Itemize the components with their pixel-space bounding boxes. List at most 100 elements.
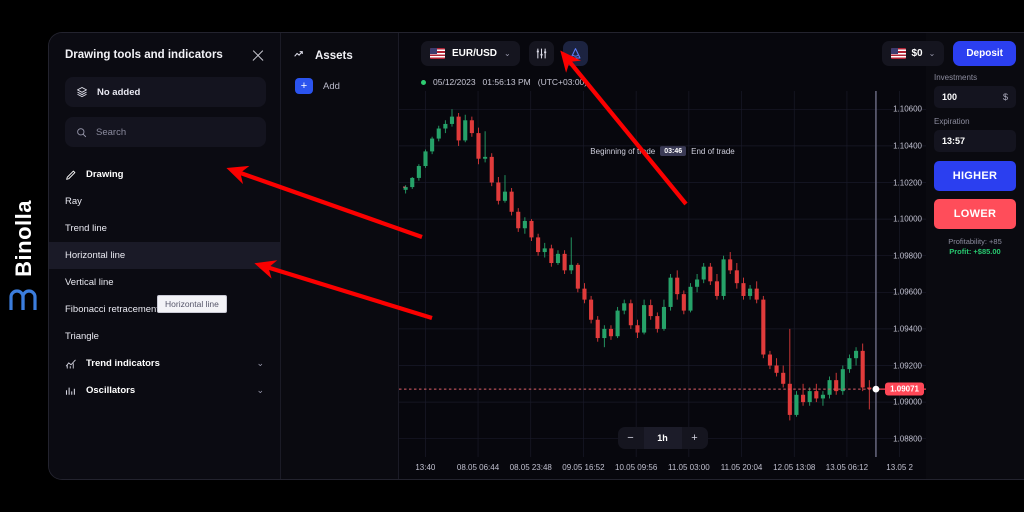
timeframe-value[interactable]: 1h (643, 427, 682, 449)
chart-area: EUR/USD ⌄ 05/12/2023 01:56:13 PM (UTC+03… (399, 33, 926, 479)
indicators-sliders-icon[interactable] (528, 40, 554, 66)
expiration-field[interactable]: 13:57 (934, 130, 1016, 152)
chart-timestamp: 05/12/2023 01:56:13 PM (UTC+03:00) (421, 77, 587, 87)
candlestick-plot[interactable] (399, 91, 926, 457)
investments-label: Investments (934, 73, 978, 82)
price-tick: 1.10200 (893, 178, 922, 187)
sidebar-item-vertical-line[interactable]: Vertical line (49, 269, 280, 296)
chart-timezone: (UTC+03:00) (537, 77, 588, 87)
current-price-badge: 1.09071 (885, 382, 924, 396)
balance-amount: $0 (911, 48, 923, 59)
pair-label: EUR/USD (452, 47, 498, 59)
timeframe-control: − 1h + (617, 427, 708, 449)
balance-bar: $0 ⌄ Deposit (881, 41, 1016, 66)
tool-label: Ray (65, 196, 82, 207)
price-tick: 1.08800 (893, 434, 922, 444)
eur-usd-flag-icon (430, 47, 445, 59)
chart-date: 05/12/2023 (433, 77, 476, 87)
time-tick: 12.05 13:08 (773, 463, 816, 472)
investments-field[interactable]: 100 $ (934, 86, 1016, 108)
pencil-icon (66, 170, 76, 180)
add-label: Add (323, 80, 340, 92)
plus-icon[interactable]: + (295, 78, 313, 94)
tool-list: Drawing Ray Trend line Horizontal line V… (49, 161, 280, 404)
trade-panel: Investments 100 $ Expiration 13:57 HIGHE… (926, 33, 1024, 479)
tool-label: Fibonacci retracement (65, 304, 159, 315)
tool-label: Vertical line (65, 277, 114, 288)
chart-time: 01:56:13 PM (482, 77, 531, 87)
panel-header: Drawing tools and indicators (49, 33, 280, 73)
binolla-logo-icon (9, 289, 37, 311)
pair-selector[interactable]: EUR/USD ⌄ (421, 40, 520, 66)
live-dot-icon (421, 79, 426, 85)
chart-toolbar: EUR/USD ⌄ (399, 33, 926, 73)
tooltip-horizontal-line: Horizontal line (157, 295, 227, 313)
drawing-tools-icon[interactable] (562, 40, 588, 66)
trend-icon (65, 359, 76, 368)
sidebar-item-horizontal-line[interactable]: Horizontal line (49, 242, 280, 269)
profitability-text: Profitability: +85 (948, 237, 1002, 246)
investments-value: 100 (942, 92, 958, 102)
time-tick: 13:40 (415, 463, 436, 472)
no-added-row[interactable]: No added (65, 77, 266, 107)
search-input[interactable] (96, 126, 236, 138)
assets-title: Assets (315, 49, 353, 62)
sidebar-item-triangle[interactable]: Triangle (49, 323, 280, 350)
balance-selector[interactable]: $0 ⌄ (881, 41, 945, 66)
chevron-down-icon: ⌄ (504, 48, 511, 58)
sidebar-group-trend-indicators[interactable]: Trend indicators ⌄ (49, 350, 280, 377)
price-tick: 1.09800 (893, 251, 922, 261)
tool-label: Trend line (65, 223, 107, 234)
time-tick: 10.05 09:56 (615, 463, 658, 472)
price-tick: 1.09600 (893, 287, 922, 297)
profit-text: Profit: +$85.00 (949, 247, 1001, 256)
tool-label: Oscillators (86, 385, 136, 396)
close-icon[interactable] (250, 47, 266, 63)
time-axis: 13:40 08.05 06:44 08.05 23:48 09.05 16:52 10… (399, 457, 926, 479)
assets-icon (294, 51, 303, 57)
price-tick: 1.09200 (893, 361, 922, 370)
tool-group-drawing[interactable]: Drawing (49, 161, 280, 188)
assets-panel: Assets + Add (281, 33, 399, 479)
tool-label: Horizontal line (65, 250, 126, 261)
oscillator-icon (65, 387, 75, 395)
time-tick: 13.05 2 (886, 463, 913, 472)
tool-label: Triangle (65, 331, 99, 342)
sidebar-group-oscillators[interactable]: Oscillators ⌄ (49, 377, 280, 404)
higher-button[interactable]: HIGHER (934, 161, 1016, 191)
brand-wordmark: Binolla (11, 199, 36, 277)
assets-header: Assets (281, 33, 398, 62)
add-asset-row[interactable]: + Add (281, 62, 398, 94)
drawing-tools-panel: Drawing tools and indicators No added Se… (49, 33, 281, 479)
price-axis: 1.10600 1.10400 1.10200 1.10000 1.09800 1.096… (864, 91, 926, 457)
tool-label: Trend indicators (86, 358, 160, 369)
zoom-out-button[interactable]: − (618, 427, 644, 449)
time-tick: 08.05 23:48 (509, 463, 552, 472)
time-tick: 08.05 06:44 (456, 463, 500, 472)
deposit-button[interactable]: Deposit (953, 41, 1016, 66)
chevron-down-icon[interactable]: ⌄ (256, 358, 264, 369)
time-tick: 13.05 06:12 (825, 463, 869, 472)
time-tick: 11.05 20:04 (720, 463, 763, 472)
price-tick: 1.10400 (893, 141, 922, 151)
zoom-in-button[interactable]: + (682, 427, 708, 449)
app-window: Drawing tools and indicators No added Se… (48, 32, 1024, 480)
layers-icon (77, 87, 87, 98)
time-tick: 09.05 16:52 (562, 463, 605, 472)
tool-label: Drawing (86, 169, 124, 180)
sidebar-item-trend-line[interactable]: Trend line (49, 215, 280, 242)
lower-button[interactable]: LOWER (934, 199, 1016, 229)
sidebar-item-ray[interactable]: Ray (49, 188, 280, 215)
us-flag-icon (890, 48, 906, 59)
search-row[interactable] (65, 117, 266, 147)
price-tick: 1.10000 (893, 214, 922, 224)
search-icon (77, 127, 87, 137)
panel-title: Drawing tools and indicators (65, 49, 223, 61)
expiration-value: 13:57 (942, 136, 966, 146)
brand-strip: Binolla (0, 0, 48, 512)
chevron-down-icon: ⌄ (928, 49, 936, 58)
chevron-down-icon[interactable]: ⌄ (256, 385, 264, 396)
time-tick: 11.05 03:00 (668, 463, 710, 472)
expiration-label: Expiration (934, 117, 970, 126)
price-tick: 1.09000 (893, 397, 922, 407)
